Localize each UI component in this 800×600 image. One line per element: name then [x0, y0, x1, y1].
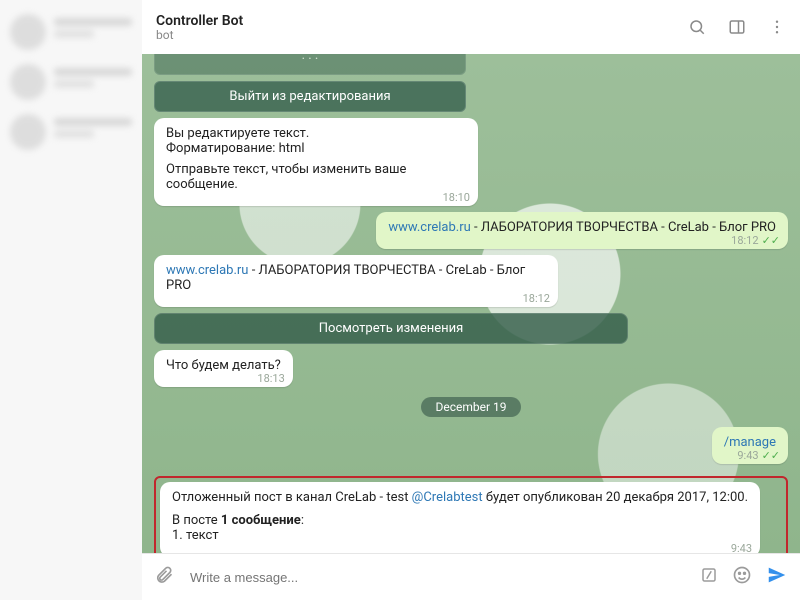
- channel-handle[interactable]: @Crelabtest: [412, 490, 483, 505]
- timestamp: 9:43✓✓: [737, 449, 780, 462]
- text: 1. текст: [172, 528, 748, 543]
- read-ticks-icon: ✓✓: [762, 234, 780, 247]
- command-icon[interactable]: [700, 566, 718, 588]
- text: :: [301, 513, 304, 528]
- link[interactable]: www.crelab.ru: [388, 220, 470, 235]
- text: - ЛАБОРАТОРИЯ ТВОРЧЕСТВА - CreLab - Блог…: [471, 220, 776, 235]
- more-icon[interactable]: [768, 18, 786, 36]
- timestamp: 18:13: [257, 372, 284, 385]
- text: В посте: [172, 513, 221, 528]
- search-icon[interactable]: [688, 18, 706, 36]
- text: 1 сообщение: [221, 513, 301, 528]
- highlighted-panel: Отложенный пост в канал CreLab - test @C…: [154, 476, 788, 554]
- timestamp: 18:10: [443, 191, 470, 204]
- command-link[interactable]: /manage: [724, 435, 776, 450]
- message-scheduled-info: Отложенный пост в канал CreLab - test @C…: [160, 482, 760, 554]
- sidebar: [0, 0, 143, 600]
- message-incoming-link: www.crelab.ru - ЛАБОРАТОРИЯ ТВОРЧЕСТВА -…: [154, 255, 558, 307]
- chat-area: · · · Выйти из редактирования Вы редакти…: [142, 54, 800, 554]
- panel-icon[interactable]: [728, 18, 746, 36]
- chat-subtitle: bot: [156, 28, 243, 42]
- message-whatdo: Что будем делать? 18:13: [154, 350, 293, 387]
- date-separator: December 19: [421, 397, 520, 417]
- chat-header: Controller Bot bot: [142, 0, 800, 55]
- read-ticks-icon: ✓✓: [762, 449, 780, 462]
- attach-icon[interactable]: [154, 565, 174, 589]
- message-manage: /manage 9:43✓✓: [712, 427, 788, 464]
- inline-button-truncated[interactable]: · · ·: [154, 54, 466, 75]
- text: Отложенный пост в канал CreLab - test: [172, 490, 412, 505]
- exit-editing-button[interactable]: Выйти из редактирования: [154, 81, 466, 112]
- chat-title: Controller Bot: [156, 13, 243, 29]
- view-changes-button[interactable]: Посмотреть изменения: [154, 313, 628, 344]
- text: Отправьте текст, чтобы изменить ваше соо…: [166, 162, 466, 192]
- link[interactable]: www.crelab.ru: [166, 263, 248, 278]
- text: Форматирование: html: [166, 141, 466, 156]
- text: Вы редактируете текст.: [166, 126, 466, 141]
- message-outgoing-link: www.crelab.ru - ЛАБОРАТОРИЯ ТВОРЧЕСТВА -…: [376, 212, 788, 249]
- message-input[interactable]: [188, 569, 686, 586]
- timestamp: 18:12✓✓: [731, 234, 780, 247]
- send-button[interactable]: [766, 564, 788, 590]
- message-composer: [142, 553, 800, 600]
- timestamp: 18:12: [523, 292, 550, 305]
- message-editing-info: Вы редактируете текст. Форматирование: h…: [154, 118, 478, 206]
- text: будет опубликован 20 декабря 2017, 12:00…: [483, 490, 748, 505]
- emoji-icon[interactable]: [732, 565, 752, 589]
- text: Что будем делать?: [166, 358, 281, 373]
